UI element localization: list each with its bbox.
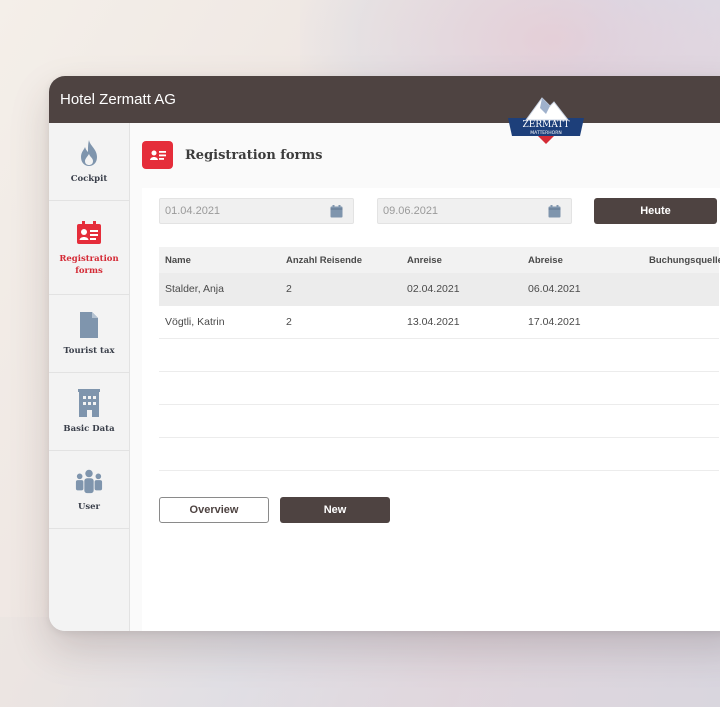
sidebar-item-label: Cockpit	[70, 173, 108, 184]
column-header[interactable]: Anzahl Reisende	[280, 255, 401, 266]
content-panel: 01.04.2021 09.06.2021 Heute Name Anzahl …	[142, 188, 720, 631]
cell-travellers: 2	[286, 316, 292, 328]
column-header[interactable]: Name	[159, 255, 280, 266]
page-header: Registration forms	[131, 123, 720, 187]
cell-name: Vögtli, Katrin	[165, 316, 225, 328]
date-to-value: 09.06.2021	[383, 205, 439, 217]
table-row-empty	[159, 438, 719, 471]
users-icon	[75, 467, 103, 495]
table-row-empty	[159, 405, 719, 438]
column-header[interactable]: Buchungsquelle	[643, 255, 720, 266]
sidebar-item-basic-data[interactable]: Basic Data	[49, 373, 129, 451]
overview-button[interactable]: Overview	[159, 497, 269, 523]
table-row-empty	[159, 372, 719, 405]
hotel-name: Hotel Zermatt AG	[60, 91, 176, 108]
column-header[interactable]: Abreise	[522, 255, 643, 266]
today-button[interactable]: Heute	[594, 198, 717, 224]
flame-icon	[75, 139, 103, 167]
sidebar-item-label: Tourist tax	[63, 345, 115, 356]
cell-departure: 06.04.2021	[528, 283, 581, 295]
cell-arrival: 02.04.2021	[407, 283, 460, 295]
id-card-icon	[75, 219, 103, 247]
calendar-icon[interactable]	[330, 205, 343, 218]
main-content: Registration forms 01.04.2021 09.06.2021	[131, 123, 720, 631]
calendar-icon[interactable]	[548, 205, 561, 218]
date-to-field[interactable]: 09.06.2021	[377, 198, 572, 224]
cell-departure: 17.04.2021	[528, 316, 581, 328]
sidebar-item-user[interactable]: User	[49, 451, 129, 529]
app-window: Hotel Zermatt AG ZERMATT MATTERHORN Cock…	[49, 76, 720, 631]
registration-table: Name Anzahl Reisende Anreise Abreise Buc…	[159, 247, 720, 471]
sidebar-item-cockpit[interactable]: Cockpit	[49, 123, 129, 201]
title-bar: Hotel Zermatt AG	[49, 76, 720, 123]
sidebar-item-label: User	[77, 501, 101, 512]
id-card-icon	[142, 141, 173, 169]
sidebar: Cockpit Registration forms Tourist tax B…	[49, 123, 130, 631]
sidebar-item-label: Basic Data	[63, 423, 115, 434]
cell-travellers: 2	[286, 283, 292, 295]
table-row[interactable]: Stalder, Anja 2 02.04.2021 06.04.2021	[159, 273, 719, 306]
date-from-value: 01.04.2021	[165, 205, 221, 217]
sidebar-item-tourist-tax[interactable]: Tourist tax	[49, 295, 129, 373]
cell-name: Stalder, Anja	[165, 283, 224, 295]
sidebar-item-label: Registration forms	[59, 253, 119, 276]
date-from-field[interactable]: 01.04.2021	[159, 198, 354, 224]
page-title: Registration forms	[185, 147, 323, 163]
building-icon	[75, 388, 103, 417]
cell-arrival: 13.04.2021	[407, 316, 460, 328]
column-header[interactable]: Anreise	[401, 255, 522, 266]
table-header: Name Anzahl Reisende Anreise Abreise Buc…	[159, 247, 720, 273]
table-row[interactable]: Vögtli, Katrin 2 13.04.2021 17.04.2021	[159, 306, 719, 339]
sidebar-item-registration-forms[interactable]: Registration forms	[49, 201, 129, 295]
document-icon	[75, 311, 103, 339]
table-row-empty	[159, 339, 719, 372]
new-button[interactable]: New	[280, 497, 390, 523]
